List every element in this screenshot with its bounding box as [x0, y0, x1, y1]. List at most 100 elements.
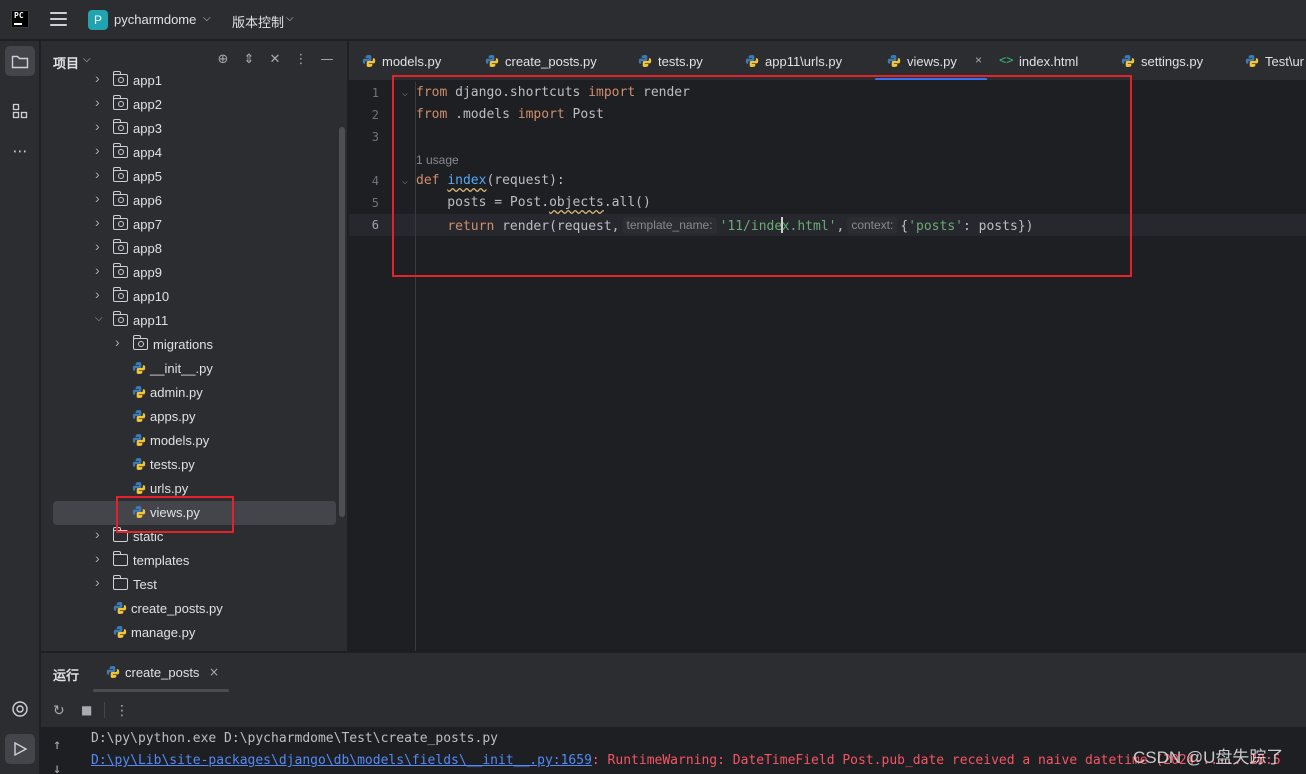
folder-icon [113, 551, 128, 566]
scroll-down-icon[interactable]: ↓ [53, 761, 61, 774]
structure-icon[interactable] [5, 96, 35, 126]
tree-item[interactable]: › app1 [41, 69, 341, 93]
chevron-right-icon[interactable]: › [95, 214, 105, 230]
tree-item[interactable]: models.py [41, 429, 341, 453]
tree-item[interactable]: ⌵ app11 [41, 309, 341, 333]
tree-item[interactable]: › app2 [41, 93, 341, 117]
run-icon[interactable] [5, 734, 35, 764]
console-output[interactable]: ↑ ↓ D:\py\python.exe D:\pycharmdome\Test… [41, 727, 1306, 774]
folder-icon [133, 335, 148, 350]
tree-item[interactable]: › templates [41, 549, 341, 573]
project-name-dropdown[interactable]: pycharmdome [114, 12, 196, 27]
editor-tabs: models.py create_posts.py tests.py app11\ur… [349, 41, 1306, 81]
python-icon [887, 54, 901, 68]
tree-item[interactable]: › static [41, 525, 341, 549]
python-icon [485, 54, 499, 68]
tree-item[interactable]: › app8 [41, 237, 341, 261]
tree-item[interactable]: create_posts.py [41, 597, 341, 621]
chevron-right-icon[interactable]: › [95, 118, 105, 134]
chevron-right-icon[interactable]: › [95, 238, 105, 254]
folder-icon [113, 215, 128, 230]
tree-scrollbar[interactable] [339, 127, 345, 517]
tab-label: settings.py [1141, 54, 1204, 69]
close-icon[interactable]: × [975, 53, 982, 67]
tree-item-label: apps.py [150, 409, 196, 424]
tree-item[interactable]: › app6 [41, 189, 341, 213]
run-tab-create-posts[interactable]: create_posts [125, 665, 199, 680]
run-panel-title: 运行 [53, 668, 80, 683]
folder-icon [113, 143, 128, 158]
more-options-icon[interactable]: ⋮ [115, 703, 129, 719]
tree-item-label: templates [133, 553, 190, 568]
close-icon[interactable]: × [209, 665, 219, 679]
usage-inlay-hint[interactable]: 1 usage [416, 153, 459, 167]
python-file-icon [113, 601, 127, 615]
fold-icon[interactable]: ⌵ [402, 88, 408, 99]
chevron-down-icon[interactable]: ⌵ [286, 13, 294, 24]
more-tools-icon[interactable]: ⋯ [5, 136, 35, 166]
python-icon [106, 666, 120, 678]
ai-assistant-icon[interactable] [5, 694, 35, 724]
chevron-right-icon[interactable]: › [95, 166, 105, 182]
chevron-right-icon[interactable]: › [95, 262, 105, 278]
project-badge[interactable]: P [88, 10, 108, 30]
tree-item[interactable]: manage.py [41, 621, 341, 645]
title-bar: PC P pycharmdome ⌵ 版本控制 ⌵ [0, 0, 1306, 40]
tree-item[interactable]: › migrations [41, 333, 341, 357]
tree-item-label: app9 [133, 265, 162, 280]
tree-item[interactable]: › app4 [41, 141, 341, 165]
tree-item[interactable]: › app10 [41, 285, 341, 309]
tree-item[interactable]: admin.py [41, 381, 341, 405]
vcs-dropdown[interactable]: 版本控制 [232, 12, 284, 31]
tree-item-label: urls.py [150, 481, 189, 496]
toolbar-separator [104, 702, 105, 718]
tree-item[interactable]: __init__.py [41, 357, 341, 381]
tree-item[interactable]: › app5 [41, 165, 341, 189]
python-file-icon [113, 625, 127, 639]
tree-item[interactable]: › app9 [41, 261, 341, 285]
tree-item[interactable]: › app3 [41, 117, 341, 141]
chevron-right-icon[interactable]: › [95, 550, 105, 566]
chevron-right-icon[interactable]: › [115, 334, 125, 350]
chevron-right-icon[interactable]: › [95, 286, 105, 302]
tree-item-label: app3 [133, 121, 162, 136]
tree-item[interactable]: › Test [41, 573, 341, 597]
expand-all-icon[interactable]: ⇕ [241, 52, 257, 68]
folder-icon [113, 239, 128, 254]
tab-label: Test\ur [1265, 54, 1305, 69]
tree-item[interactable]: urls.py [41, 477, 341, 501]
main-menu-icon[interactable] [50, 12, 67, 26]
console-file-link[interactable]: D:\py\Lib\site-packages\django\db\models… [91, 753, 592, 768]
console-line: D:\py\Lib\site-packages\django\db\models… [91, 753, 1281, 768]
tree-item-label: app8 [133, 241, 162, 256]
chevron-right-icon[interactable]: › [95, 574, 105, 590]
line-number: 5 [371, 196, 379, 210]
options-icon[interactable]: ⋮ [293, 52, 309, 68]
chevron-right-icon[interactable]: › [95, 526, 105, 542]
chevron-down-icon[interactable]: ⌵ [203, 13, 211, 24]
chevron-right-icon[interactable]: › [95, 94, 105, 110]
code-editor[interactable]: 1 2 3 4 5 6 ⌵ ⌵ from django.shortcuts im… [349, 82, 1306, 651]
chevron-right-icon[interactable]: › [95, 70, 105, 86]
rerun-icon[interactable]: ↻ [53, 703, 65, 719]
chevron-right-icon[interactable]: › [95, 142, 105, 158]
chevron-right-icon[interactable]: › [95, 190, 105, 206]
fold-icon[interactable]: ⌵ [402, 176, 408, 187]
line-number: 3 [371, 130, 379, 144]
tree-item[interactable]: › app7 [41, 213, 341, 237]
tree-item-label: tests.py [150, 457, 195, 472]
collapse-all-icon[interactable]: ✕ [267, 52, 283, 68]
scroll-up-icon[interactable]: ↑ [53, 737, 61, 753]
project-folder-icon[interactable] [5, 46, 35, 76]
tree-item[interactable]: apps.py [41, 405, 341, 429]
tab-label: views.py [907, 54, 957, 69]
hide-panel-icon[interactable]: — [319, 52, 335, 68]
tree-item[interactable]: views.py [53, 501, 336, 525]
python-file-icon [132, 361, 146, 375]
chevron-down-icon[interactable]: ⌵ [83, 54, 91, 65]
stop-icon[interactable]: ■ [81, 703, 92, 717]
folder-icon [113, 71, 128, 86]
locate-icon[interactable]: ⊕ [215, 52, 231, 68]
tree-item[interactable]: tests.py [41, 453, 341, 477]
chevron-down-icon[interactable]: ⌵ [95, 313, 105, 324]
